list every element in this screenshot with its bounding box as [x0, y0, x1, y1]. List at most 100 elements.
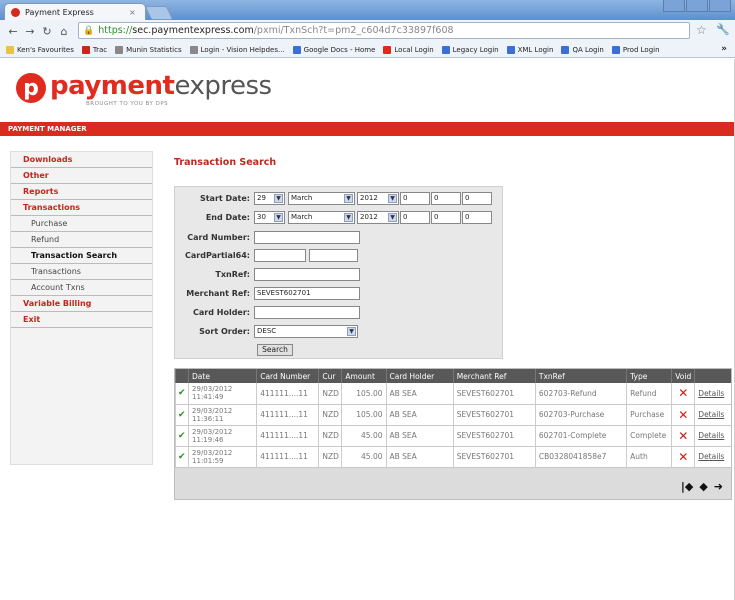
details-link[interactable]: Details: [694, 383, 731, 405]
chevron-down-icon: ▼: [388, 194, 397, 203]
start-minute-input[interactable]: 0: [431, 192, 461, 205]
results-panel: Date Card Number Cur Amount Card Holder …: [174, 368, 732, 500]
card-partial-first-input[interactable]: [254, 249, 306, 262]
amount-cell: 105.00: [341, 404, 387, 426]
bookmark-star-icon[interactable]: ☆: [696, 23, 707, 37]
start-year-select[interactable]: 2012 ▼: [357, 192, 399, 205]
details-link[interactable]: Details: [694, 425, 731, 447]
time-value: 11:41:49: [192, 393, 224, 402]
date-cell: 29/03/2012 11:36:11: [188, 404, 257, 426]
end-second-input[interactable]: 0: [462, 211, 492, 224]
more-bookmarks-icon[interactable]: »: [721, 44, 727, 54]
chevron-down-icon: ▼: [274, 213, 283, 222]
sidebar-item-transactions[interactable]: Transactions: [11, 200, 152, 216]
sidebar-item-transactions-list[interactable]: Transactions: [11, 264, 152, 280]
bookmark-legacy-login[interactable]: Legacy Login: [441, 45, 499, 54]
sidebar-item-reports[interactable]: Reports: [11, 184, 152, 200]
merchant-ref-input[interactable]: SEVEST602701: [254, 287, 360, 300]
card-number-label: Card Number:: [187, 233, 250, 242]
column-header-date[interactable]: Date: [188, 369, 257, 383]
home-icon[interactable]: ⌂: [57, 24, 71, 38]
bookmark-munin[interactable]: Munin Statistics: [115, 45, 182, 54]
sidebar-item-variable-billing[interactable]: Variable Billing: [11, 296, 152, 312]
column-header-card-holder[interactable]: Card Holder: [385, 369, 454, 383]
column-header-type[interactable]: Type: [626, 369, 672, 383]
column-header-amount[interactable]: Amount: [341, 369, 387, 383]
window-controls: [663, 0, 731, 12]
bookmark-label: XML Login: [517, 45, 554, 54]
lightning-icon: [611, 45, 620, 54]
google-docs-icon: [292, 45, 301, 54]
column-header-card-number[interactable]: Card Number: [256, 369, 319, 383]
date-cell: 29/03/2012 11:19:46: [188, 425, 257, 447]
close-window-button[interactable]: [709, 0, 731, 12]
sidebar-item-exit[interactable]: Exit: [11, 312, 152, 328]
forward-arrow-icon[interactable]: →: [23, 24, 37, 38]
new-tab-button[interactable]: [144, 6, 174, 20]
date-cell: 29/03/2012 11:41:49: [188, 383, 257, 405]
bookmark-trac[interactable]: Trac: [81, 45, 107, 54]
card-holder-cell: AB SEA: [385, 404, 454, 426]
void-x-icon[interactable]: ✕: [671, 404, 695, 426]
sidebar-item-refund[interactable]: Refund: [11, 232, 152, 248]
void-x-icon[interactable]: ✕: [671, 383, 695, 405]
trac-icon: [81, 45, 90, 54]
bookmark-local-login[interactable]: Local Login: [383, 45, 434, 54]
browser-tab[interactable]: Payment Express ×: [4, 3, 146, 20]
minimize-button[interactable]: [663, 0, 685, 12]
details-link[interactable]: Details: [694, 404, 731, 426]
address-bar[interactable]: 🔒 https:// sec.paymentexpress.com /pxmi/…: [78, 22, 690, 39]
first-page-icon[interactable]: |◆: [681, 480, 693, 493]
wrench-menu-icon[interactable]: 🔧: [716, 23, 730, 36]
logo-mark-icon: p: [16, 73, 46, 103]
end-day-select[interactable]: 30 ▼: [254, 211, 285, 224]
sidebar-item-purchase[interactable]: Purchase: [11, 216, 152, 232]
url-path: /pxmi/TxnSch?t=pm2_c604d7c33897f608: [253, 25, 454, 36]
sidebar-item-other[interactable]: Other: [11, 168, 152, 184]
bookmark-label: Prod Login: [622, 45, 660, 54]
end-month-select[interactable]: March ▼: [288, 211, 355, 224]
end-minute-input[interactable]: 0: [431, 211, 461, 224]
start-second-input[interactable]: 0: [462, 192, 492, 205]
bookmark-google-docs[interactable]: Google Docs - Home: [292, 45, 376, 54]
logo-word-express: express: [174, 71, 272, 101]
card-partial-last-input[interactable]: [309, 249, 358, 262]
bookmark-qa-login[interactable]: QA Login: [561, 45, 604, 54]
sort-order-select[interactable]: DESC ▼: [254, 325, 358, 338]
back-arrow-icon[interactable]: ←: [6, 24, 20, 38]
close-tab-icon[interactable]: ×: [129, 8, 139, 17]
sidebar-item-downloads[interactable]: Downloads: [11, 152, 152, 168]
card-number-input[interactable]: [254, 231, 360, 244]
end-hour-input[interactable]: 0: [400, 211, 430, 224]
start-hour-input[interactable]: 0: [400, 192, 430, 205]
start-day-select[interactable]: 29 ▼: [254, 192, 285, 205]
bookmark-label: Google Docs - Home: [303, 45, 376, 54]
details-link[interactable]: Details: [694, 446, 731, 468]
bookmark-xml-login[interactable]: XML Login: [506, 45, 554, 54]
void-x-icon[interactable]: ✕: [671, 425, 695, 447]
browser-toolbar: ← → ↻ ⌂ 🔒 https:// sec.paymentexpress.co…: [0, 20, 735, 42]
card-holder-input[interactable]: [254, 306, 360, 319]
bookmark-vision-helpdesk[interactable]: Login - Vision Helpdes...: [189, 45, 285, 54]
start-month-select[interactable]: March ▼: [288, 192, 355, 205]
chevron-down-icon: ▼: [344, 213, 353, 222]
reload-icon[interactable]: ↻: [40, 24, 54, 38]
lightning-icon: [441, 45, 450, 54]
browser-titlebar: Payment Express ×: [0, 0, 735, 20]
column-header-currency[interactable]: Cur: [318, 369, 342, 383]
txnref-input[interactable]: [254, 268, 360, 281]
void-x-icon[interactable]: ✕: [671, 446, 695, 468]
bookmark-prod-login[interactable]: Prod Login: [611, 45, 660, 54]
sidebar-item-account-txns[interactable]: Account Txns: [11, 280, 152, 296]
column-header-merchant-ref[interactable]: Merchant Ref: [452, 369, 536, 383]
end-year-select[interactable]: 2012 ▼: [357, 211, 399, 224]
previous-page-icon[interactable]: ◆: [699, 480, 707, 493]
sidebar-item-transaction-search[interactable]: Transaction Search: [11, 248, 152, 264]
bookmark-label: QA Login: [572, 45, 604, 54]
search-button[interactable]: Search: [257, 344, 293, 356]
next-page-icon[interactable]: ➜: [714, 480, 723, 493]
maximize-button[interactable]: [686, 0, 708, 12]
type-cell: Purchase: [626, 404, 672, 426]
bookmark-kens-favourites[interactable]: Ken's Favourites: [6, 45, 74, 54]
column-header-txnref[interactable]: TxnRef: [534, 369, 627, 383]
